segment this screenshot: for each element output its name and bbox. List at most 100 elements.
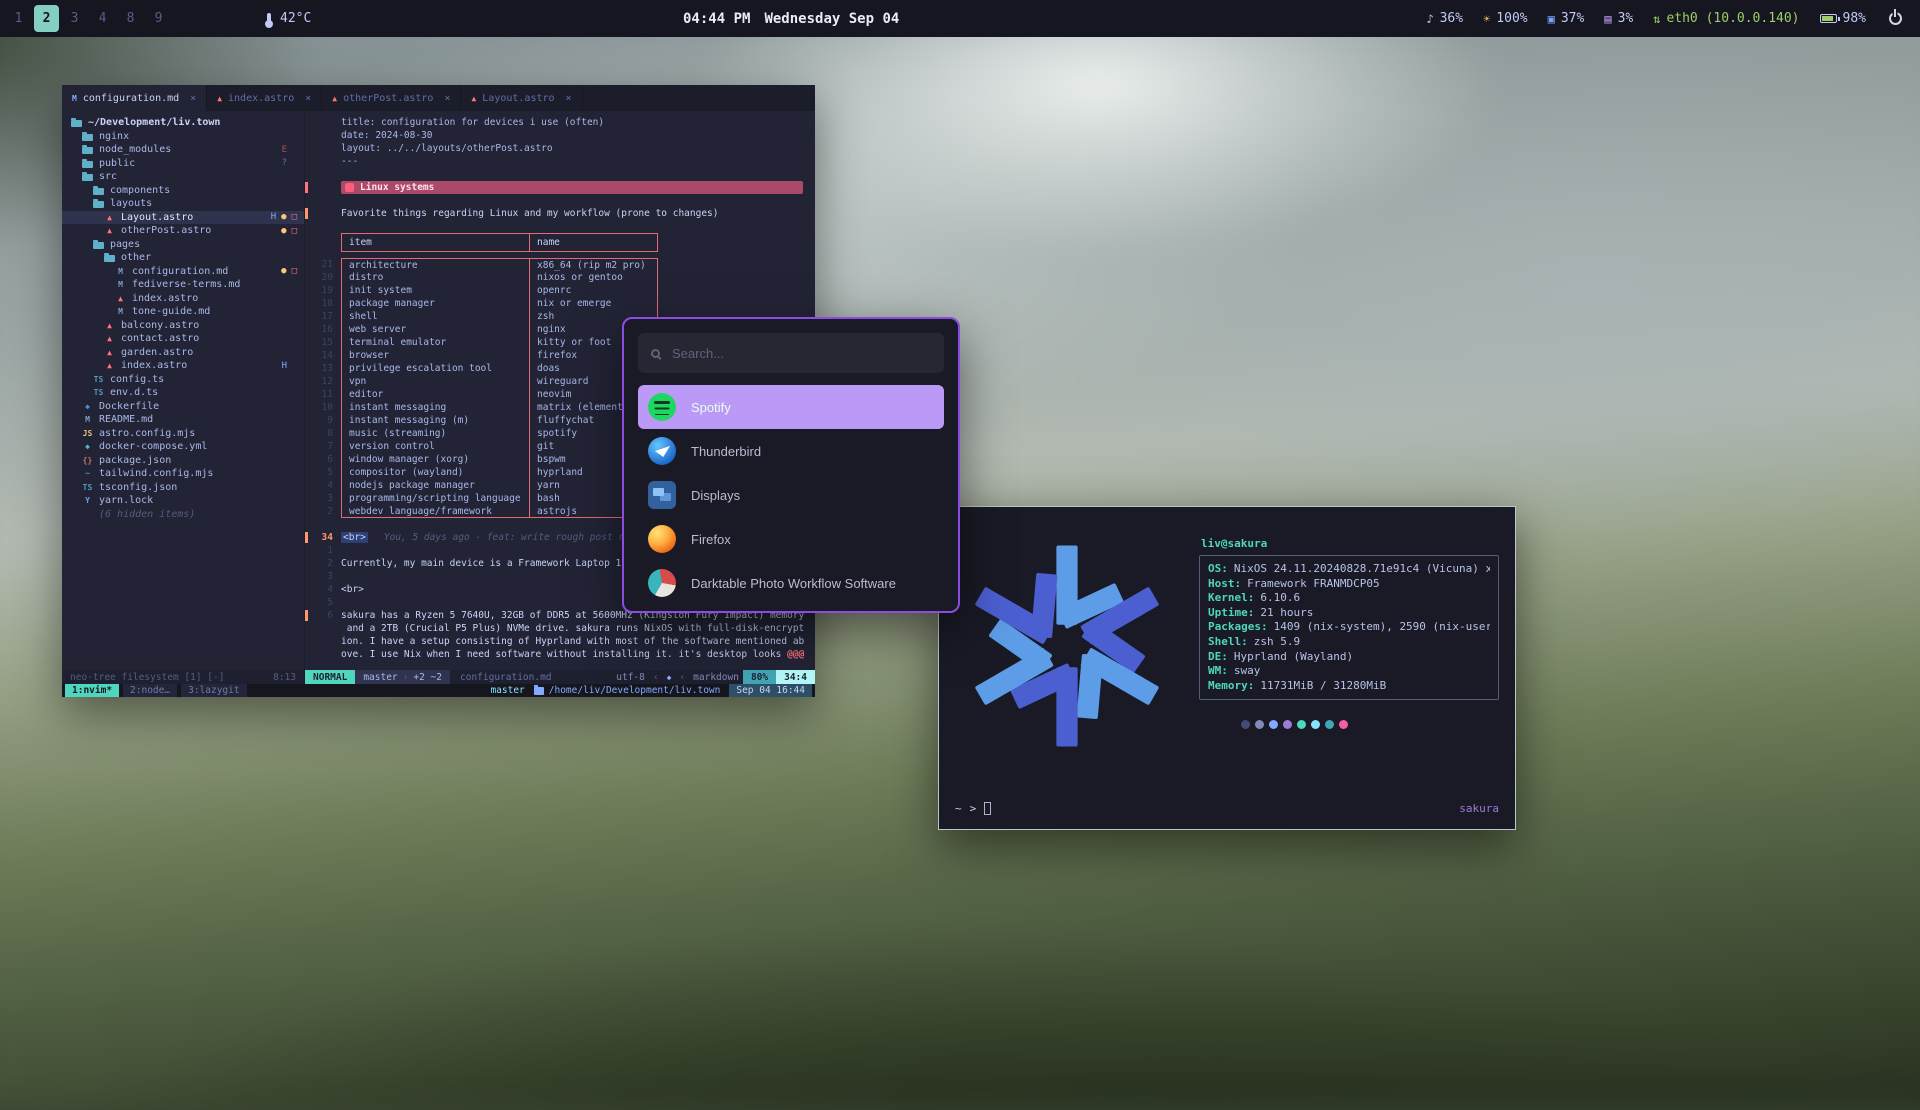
table-row: 21 architecture x86_64 (rip m2 pro) [305, 258, 815, 271]
workspace-button[interactable]: 4 [90, 5, 115, 32]
git-badge: □ [292, 226, 297, 236]
tree-item[interactable]: src [62, 170, 304, 184]
temperature-module[interactable]: 42°C [267, 11, 311, 26]
tree-item[interactable]: node_modules E [62, 143, 304, 157]
close-icon[interactable]: × [444, 93, 450, 104]
tree-item-label: pages [110, 239, 140, 250]
table-cell-item: programming/scripting language [342, 492, 530, 505]
tree-item-label: index.astro [132, 293, 198, 304]
workspace-button[interactable]: 8 [118, 5, 143, 32]
app-launcher[interactable]: Spotify Thunderbird Displays Firefox Dar… [622, 317, 960, 613]
status-module[interactable]: ♪ 36% [1426, 11, 1463, 26]
status-module[interactable]: ▤ 3% [1604, 11, 1633, 26]
status-module[interactable]: ☀ 100% [1483, 11, 1528, 26]
tree-item[interactable]: ~/Development/liv.town [62, 116, 304, 130]
tmux-window[interactable]: 2:node… [123, 684, 177, 697]
tree-item-label: (6 hidden items) [99, 509, 195, 520]
tmux-window[interactable]: 1:nvim* [65, 684, 119, 697]
app-item[interactable]: Displays [638, 473, 944, 517]
app-list: Spotify Thunderbird Displays Firefox Dar… [638, 385, 944, 605]
info-row: Kernel: 6.10.6 [1208, 591, 1490, 606]
tree-item[interactable]: (6 hidden items) [62, 508, 304, 522]
branch-name: master [363, 672, 397, 683]
status-row: neo-tree filesystem [1] [-] 8:13 NORMAL … [62, 670, 815, 684]
tree-item[interactable]: M fediverse-terms.md [62, 278, 304, 292]
tree-item[interactable]: ▲ Layout.astro H ● □ [62, 211, 304, 225]
tree-item[interactable]: ▲ index.astro H [62, 359, 304, 373]
diagnostic-badge: ? [282, 158, 287, 168]
power-button[interactable] [1878, 0, 1912, 37]
tree-item[interactable]: nginx [62, 130, 304, 144]
temperature-value: 42°C [280, 11, 311, 26]
tree-item[interactable]: ▲ index.astro [62, 292, 304, 306]
shell-prompt[interactable]: ~ > sakura [955, 802, 1499, 815]
table-cell-item: privilege escalation tool [342, 362, 530, 375]
tree-item-label: Layout.astro [121, 212, 193, 223]
tree-item[interactable]: layouts [62, 197, 304, 211]
status-module[interactable]: ▣ 37% [1548, 11, 1585, 26]
filetype-icon: ▲ [471, 94, 476, 103]
search-input[interactable] [670, 345, 931, 362]
tree-item[interactable]: ▲ contact.astro [62, 332, 304, 346]
tree-item[interactable]: ▲ balcony.astro [62, 319, 304, 333]
info-label: Memory: [1208, 679, 1254, 694]
tab-label: index.astro [228, 93, 294, 104]
editor-tab[interactable]: ▲ otherPost.astro × [322, 85, 461, 111]
tree-item[interactable]: pages [62, 238, 304, 252]
editor-tab[interactable]: M configuration.md × [62, 85, 207, 111]
status-module[interactable]: 98% [1820, 11, 1866, 26]
tree-item[interactable]: JS astro.config.mjs [62, 427, 304, 441]
tree-item[interactable]: {} package.json [62, 454, 304, 468]
app-item[interactable]: Spotify [638, 385, 944, 429]
tmux-datetime: Sep 04 16:44 [729, 684, 812, 697]
tree-item[interactable]: public ? [62, 157, 304, 171]
tree-item[interactable]: M configuration.md ● □ [62, 265, 304, 279]
workspace-button[interactable]: 9 [146, 5, 171, 32]
app-item[interactable]: Darktable Photo Workflow Software [638, 561, 944, 605]
git-badge: □ [292, 266, 297, 276]
tmux-window[interactable]: 3:lazygit [181, 684, 246, 697]
heading-icon [345, 183, 354, 192]
tree-item[interactable]: ▲ garden.astro [62, 346, 304, 360]
close-icon[interactable]: × [190, 93, 196, 104]
close-icon[interactable]: × [305, 93, 311, 104]
app-icon [648, 437, 676, 465]
info-row: OS: NixOS 24.11.20240828.71e91c4 (Vicuna… [1208, 562, 1490, 577]
tree-item[interactable]: Y yarn.lock [62, 494, 304, 508]
tree-item[interactable]: other [62, 251, 304, 265]
blank-line [305, 194, 815, 207]
palette-dot [1339, 720, 1348, 729]
workspace-button[interactable]: 3 [62, 5, 87, 32]
palette-dot [1269, 720, 1278, 729]
tree-item[interactable]: TS env.d.ts [62, 386, 304, 400]
tree-item[interactable]: ~ tailwind.config.mjs [62, 467, 304, 481]
tree-item[interactable]: M tone-guide.md [62, 305, 304, 319]
tree-item-icon [103, 251, 116, 264]
info-row: Shell: zsh 5.9 [1208, 635, 1490, 650]
workspace-button[interactable]: 2 [34, 5, 59, 32]
tree-item[interactable]: TS tsconfig.json [62, 481, 304, 495]
status-module[interactable]: ⇅ eth0 (10.0.0.140) [1653, 11, 1799, 26]
clock[interactable]: 04:44 PM Wednesday Sep 04 [683, 0, 899, 37]
tree-item-icon [81, 508, 94, 521]
editor-tab[interactable]: ▲ index.astro × [207, 85, 322, 111]
tree-item[interactable]: components [62, 184, 304, 198]
workspace-button[interactable]: 1 [6, 5, 31, 32]
table-cell-item: nodejs package manager [342, 479, 530, 492]
tree-item-icon: ▲ [103, 224, 116, 237]
mode-indicator: NORMAL [305, 670, 355, 684]
terminal-window[interactable]: liv@sakura OS: NixOS 24.11.20240828.71e9… [938, 506, 1516, 830]
close-icon[interactable]: × [566, 93, 572, 104]
tree-item[interactable]: TS config.ts [62, 373, 304, 387]
app-icon [648, 481, 676, 509]
tree-item[interactable]: ◆ Dockerfile [62, 400, 304, 414]
app-item[interactable]: Thunderbird [638, 429, 944, 473]
app-item[interactable]: Firefox [638, 517, 944, 561]
tree-item-icon: ▲ [103, 211, 116, 224]
tree-item[interactable]: ◆ docker-compose.yml [62, 440, 304, 454]
tree-item[interactable]: ▲ otherPost.astro ● □ [62, 224, 304, 238]
tree-item[interactable]: M README.md [62, 413, 304, 427]
tree-item-label: garden.astro [121, 347, 193, 358]
table-cell-item: vpn [342, 375, 530, 388]
editor-tab[interactable]: ▲ Layout.astro × [461, 85, 582, 111]
